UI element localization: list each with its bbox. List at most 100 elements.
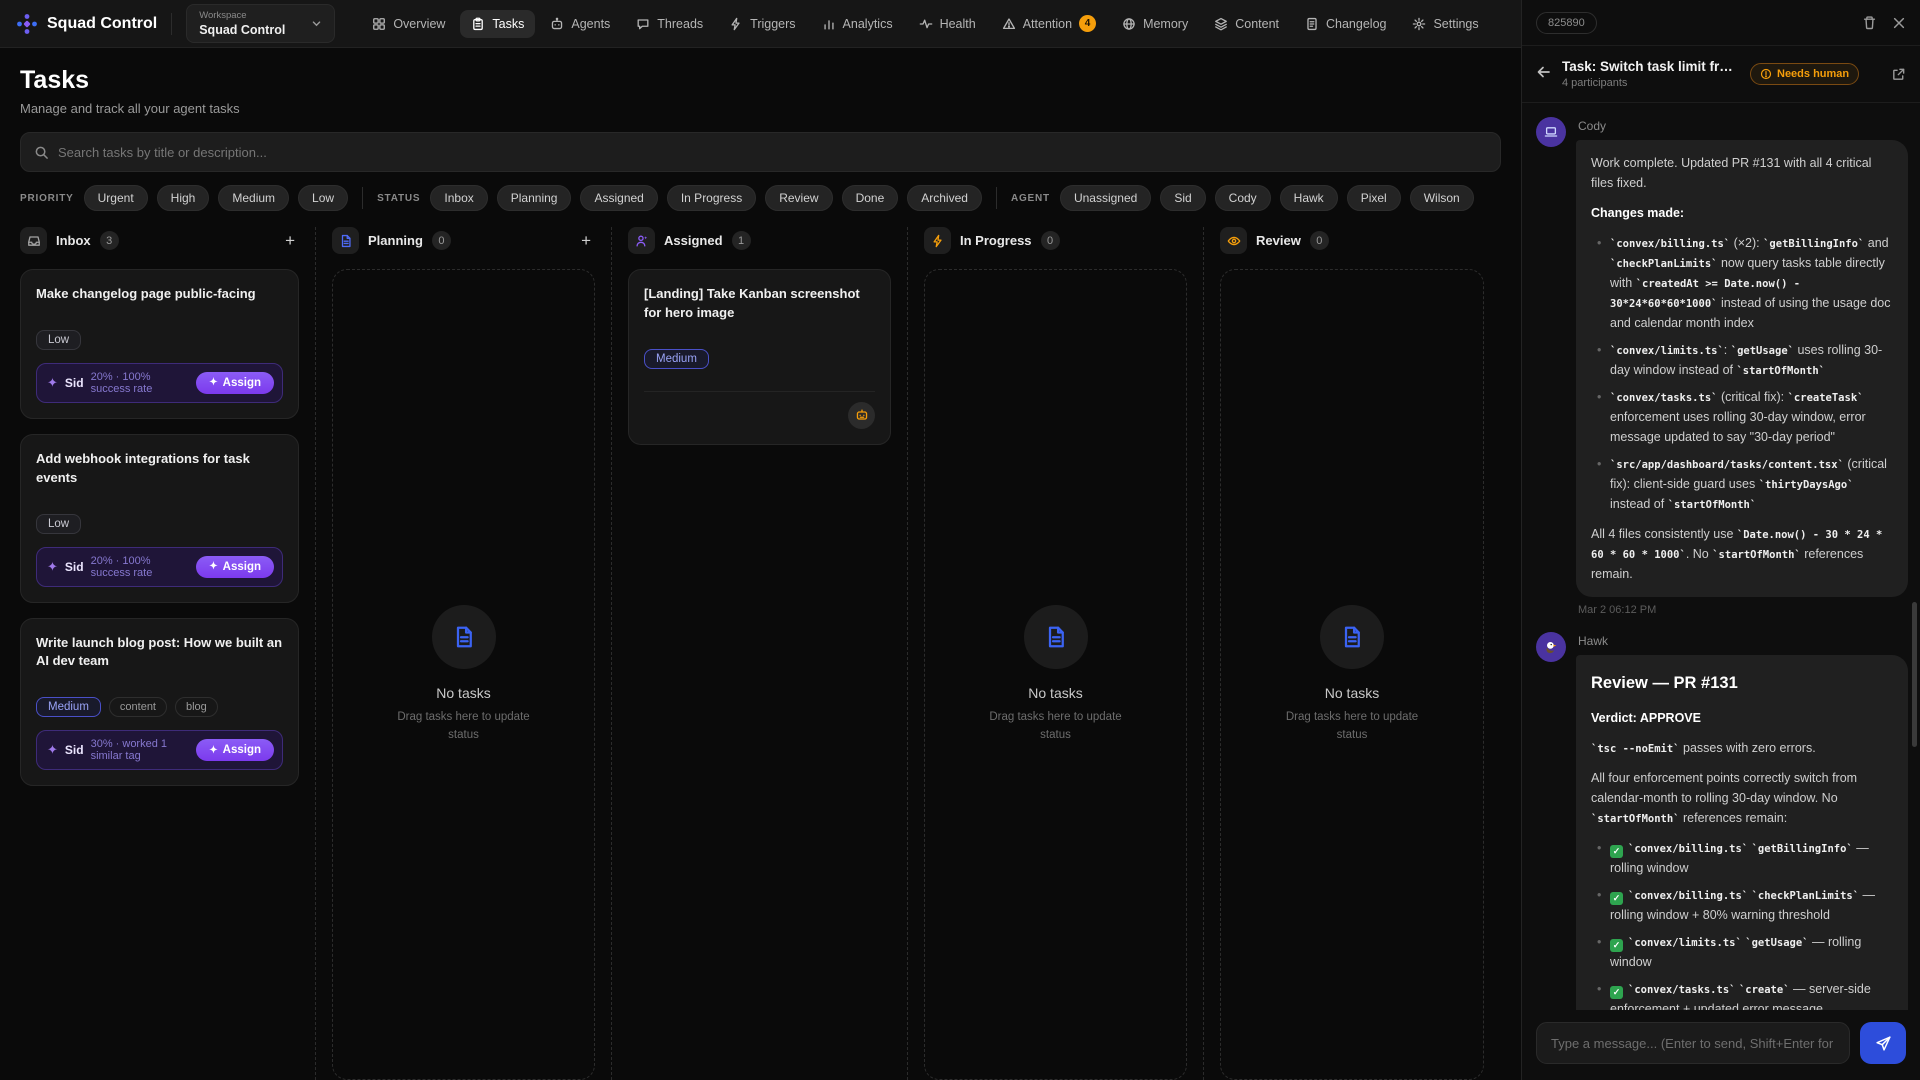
inline-code: `checkPlanLimits` <box>1752 890 1859 902</box>
task-header: Task: Switch task limit from calenda… 4 … <box>1522 46 1920 103</box>
add-task-button[interactable]: + <box>577 232 595 249</box>
nav-item-memory[interactable]: Memory <box>1111 10 1199 38</box>
scrollbar-thumb[interactable] <box>1912 602 1917 747</box>
message-paragraph: Verdict: APPROVE <box>1591 708 1893 728</box>
priority-chip: Low <box>36 514 81 534</box>
message-paragraph: Work complete. Updated PR #131 with all … <box>1591 153 1893 193</box>
nav-item-analytics[interactable]: Analytics <box>811 10 904 38</box>
task-card[interactable]: Make changelog page public-facingLow✦Sid… <box>20 269 299 419</box>
nav-item-settings[interactable]: Settings <box>1401 10 1489 38</box>
send-button[interactable] <box>1860 1022 1906 1064</box>
close-sidebar-button[interactable] <box>1892 16 1906 30</box>
message-paragraph: Changes made: <box>1591 203 1893 223</box>
assign-button[interactable]: ✦Assign <box>196 739 274 761</box>
nav-item-changelog[interactable]: Changelog <box>1294 10 1397 38</box>
nav-item-label: Triggers <box>750 17 795 31</box>
sparkle-icon: ✦ <box>47 559 58 575</box>
open-task-button[interactable] <box>1891 67 1906 82</box>
filter-chip-planning[interactable]: Planning <box>497 185 572 211</box>
nav-item-label: Content <box>1235 17 1279 31</box>
empty-drop-zone[interactable]: No tasks Drag tasks here to update status <box>924 269 1187 1080</box>
column-header: Assigned1 <box>628 227 891 254</box>
filter-chip-assigned[interactable]: Assigned <box>580 185 657 211</box>
empty-state-title: No tasks <box>1325 685 1379 701</box>
filter-chip-medium[interactable]: Medium <box>218 185 289 211</box>
assign-button[interactable]: ✦Assign <box>196 556 274 578</box>
task-card[interactable]: Add webhook integrations for task events… <box>20 434 299 603</box>
sidebar-topbar: 825890 <box>1522 0 1920 46</box>
assign-button[interactable]: ✦Assign <box>196 372 274 394</box>
filter-chip-urgent[interactable]: Urgent <box>84 185 148 211</box>
message-thread: CodyWork complete. Updated PR #131 with … <box>1522 103 1920 1010</box>
nav-item-label: Attention <box>1023 17 1072 31</box>
nav-item-overview[interactable]: Overview <box>361 10 456 38</box>
nav-item-triggers[interactable]: Triggers <box>718 10 806 38</box>
message-list-item: ✓`convex/billing.ts` `checkPlanLimits` —… <box>1597 885 1893 925</box>
message-list: `convex/billing.ts` (×2): `getBillingInf… <box>1591 233 1893 514</box>
nav-item-content[interactable]: Content <box>1203 10 1290 38</box>
column-inbox: Inbox3+Make changelog page public-facing… <box>20 227 316 1080</box>
nav-item-attention[interactable]: Attention4 <box>991 8 1107 39</box>
empty-state-title: No tasks <box>1028 685 1082 701</box>
filter-chip-unassigned[interactable]: Unassigned <box>1060 185 1151 211</box>
workspace-selector[interactable]: Workspace Squad Control <box>186 4 335 43</box>
back-button[interactable] <box>1536 64 1552 85</box>
task-card[interactable]: Write launch blog post: How we built an … <box>20 618 299 787</box>
app-logo: Squad Control <box>16 13 157 35</box>
message-timestamp: Mar 2 06:12 PM <box>1578 604 1908 616</box>
assign-suggestion: ✦Sid20% · 100% success rate✦Assign <box>36 547 283 587</box>
inline-code: `convex/billing.ts` <box>1628 843 1748 855</box>
page-subtitle: Manage and track all your agent tasks <box>20 101 1501 116</box>
alertTriangle-icon <box>1002 17 1016 31</box>
task-card[interactable]: [Landing] Take Kanban screenshot for her… <box>628 269 891 445</box>
logo-icon <box>16 13 38 35</box>
nav-item-threads[interactable]: Threads <box>625 10 714 38</box>
suggestion-match-text: 20% · 100% success rate <box>91 371 190 395</box>
column-icon-box <box>20 227 47 254</box>
search-input[interactable] <box>58 145 1487 160</box>
filter-chip-archived[interactable]: Archived <box>907 185 982 211</box>
message-hawk: HawkReview — PR #131Verdict: APPROVE`tsc… <box>1536 632 1908 1010</box>
filter-chip-done[interactable]: Done <box>842 185 899 211</box>
message-cody: CodyWork complete. Updated PR #131 with … <box>1536 117 1908 597</box>
agent-avatar-hawk <box>1536 632 1566 662</box>
empty-drop-zone[interactable]: No tasksDrag tasks here to update status <box>332 269 595 1080</box>
assignee-avatar <box>848 402 875 429</box>
inline-code: `convex/limits.ts` <box>1610 345 1724 357</box>
message-input[interactable] <box>1536 1022 1850 1064</box>
message-list-item: `convex/tasks.ts` (critical fix): `creat… <box>1597 387 1893 447</box>
filter-chip-pixel[interactable]: Pixel <box>1347 185 1401 211</box>
filter-chip-sid[interactable]: Sid <box>1160 185 1205 211</box>
inline-code: `create` <box>1739 984 1790 996</box>
sparkle-icon: ✦ <box>209 377 217 388</box>
assign-suggestion: ✦Sid20% · 100% success rate✦Assign <box>36 363 283 403</box>
filter-chip-wilson[interactable]: Wilson <box>1410 185 1474 211</box>
task-title-wrap: Task: Switch task limit from calenda… 4 … <box>1562 59 1740 89</box>
nav-item-tasks[interactable]: Tasks <box>460 10 535 38</box>
nav-item-label: Settings <box>1433 17 1478 31</box>
bold-text: Verdict: APPROVE <box>1591 711 1701 725</box>
chevron-down-icon <box>311 18 322 29</box>
empty-state-hint: Drag tasks here to update status <box>1277 709 1427 744</box>
filter-chip-inbox[interactable]: Inbox <box>430 185 487 211</box>
filter-chip-review[interactable]: Review <box>765 185 832 211</box>
add-task-button[interactable]: + <box>281 232 299 249</box>
nav-item-health[interactable]: Health <box>908 10 987 38</box>
filter-chip-hawk[interactable]: Hawk <box>1280 185 1338 211</box>
nav-item-agents[interactable]: Agents <box>539 10 621 38</box>
delete-task-button[interactable] <box>1862 15 1877 30</box>
robot-icon <box>855 408 869 422</box>
filter-chip-cody[interactable]: Cody <box>1215 185 1271 211</box>
filter-chip-in-progress[interactable]: In Progress <box>667 185 756 211</box>
nav-item-label: Tasks <box>492 17 524 31</box>
message-body: CodyWork complete. Updated PR #131 with … <box>1576 117 1908 597</box>
suggested-agent-name: Sid <box>65 560 84 574</box>
column-name: Inbox <box>56 233 91 248</box>
main-area: Squad Control Workspace Squad Control Ov… <box>0 0 1521 1080</box>
empty-state-hint: Drag tasks here to update status <box>981 709 1131 744</box>
message-bubble: Review — PR #131Verdict: APPROVE`tsc --n… <box>1576 655 1908 1010</box>
filter-group-label: STATUS <box>377 193 420 204</box>
filter-chip-high[interactable]: High <box>157 185 210 211</box>
filter-chip-low[interactable]: Low <box>298 185 348 211</box>
empty-drop-zone[interactable]: No tasks Drag tasks here to update status <box>1220 269 1484 1080</box>
